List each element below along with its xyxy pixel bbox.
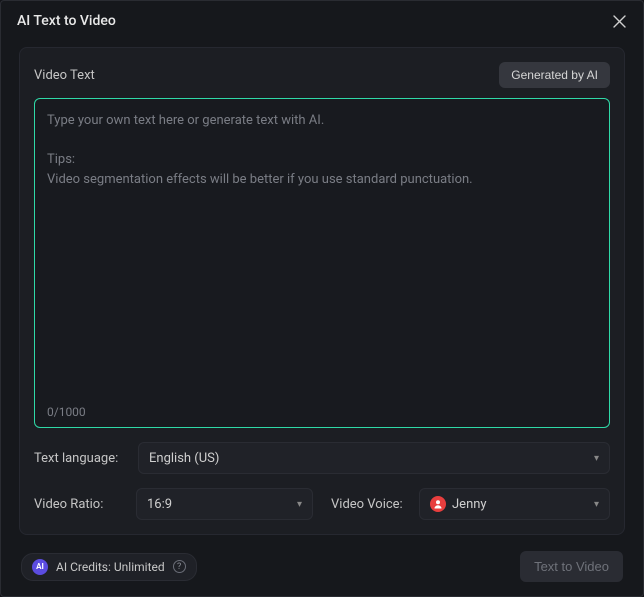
chevron-down-icon: ▾ [594,453,599,464]
ratio-group: Video Ratio: 16:9 ▾ [34,488,313,520]
voice-value-wrap: Jenny [430,496,487,512]
ratio-value: 16:9 [147,497,172,512]
voice-label: Video Voice: [331,497,409,512]
language-select[interactable]: English (US) ▾ [138,442,610,474]
voice-value: Jenny [452,497,487,512]
video-text-input[interactable] [47,111,597,399]
dialog-title: AI Text to Video [17,13,116,29]
voice-group: Video Voice: Jenny ▾ [331,488,610,520]
close-button[interactable] [609,11,629,31]
footer: AI AI Credits: Unlimited ? Text to Video [1,545,643,596]
voice-avatar-icon [430,496,446,512]
textbox-container: 0/1000 [34,98,610,428]
dialog-window: AI Text to Video Video Text Generated by… [0,0,644,597]
chevron-down-icon: ▾ [297,499,302,510]
voice-select[interactable]: Jenny ▾ [419,488,610,520]
credits-text: AI Credits: Unlimited [56,560,165,574]
language-row: Text language: English (US) ▾ [34,442,610,474]
language-value: English (US) [149,451,219,466]
ratio-label: Video Ratio: [34,497,126,512]
text-to-video-button[interactable]: Text to Video [520,551,623,582]
main-panel: Video Text Generated by AI 0/1000 Text l… [19,47,625,535]
help-icon[interactable]: ? [173,560,186,573]
generate-ai-button[interactable]: Generated by AI [499,62,610,88]
ratio-voice-row: Video Ratio: 16:9 ▾ Video Voice: Jenny ▾ [34,488,610,520]
char-counter: 0/1000 [47,405,597,419]
language-label: Text language: [34,451,126,466]
titlebar: AI Text to Video [1,1,643,39]
chevron-down-icon: ▾ [594,499,599,510]
video-text-label: Video Text [34,68,95,83]
panel-header: Video Text Generated by AI [34,62,610,88]
credits-pill[interactable]: AI AI Credits: Unlimited ? [21,553,197,581]
close-icon [613,15,626,28]
ratio-select[interactable]: 16:9 ▾ [136,488,313,520]
ai-badge-icon: AI [32,559,48,575]
